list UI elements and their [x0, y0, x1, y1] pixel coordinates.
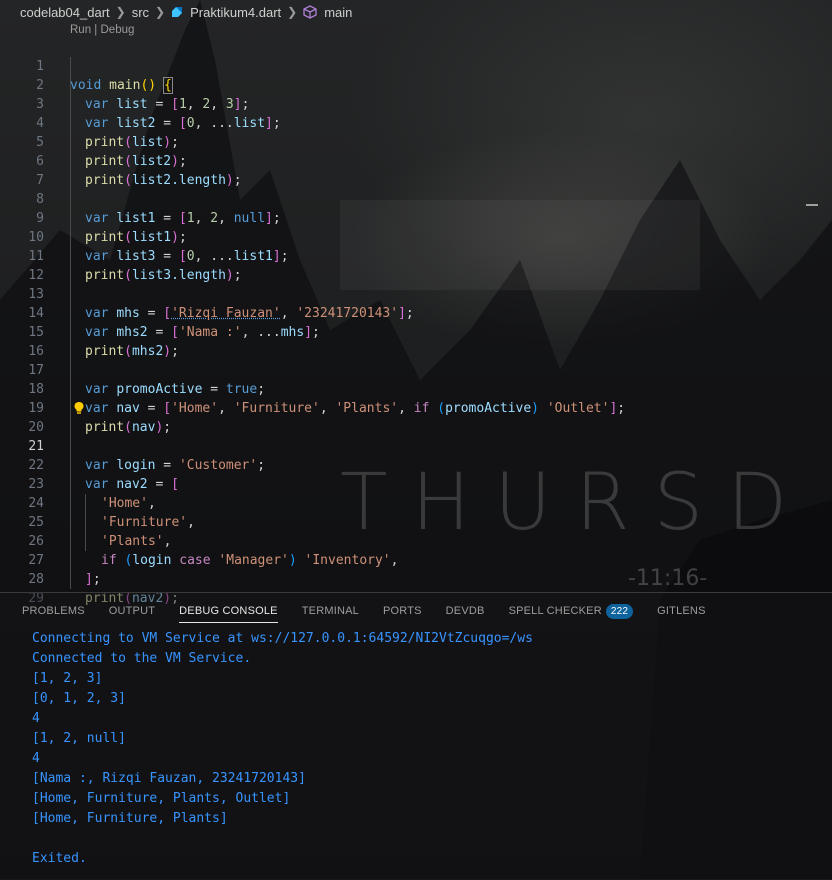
- console-line: [Nama :, Rizqi Fauzan, 23241720143]: [32, 769, 533, 789]
- code-line: 10 var list3 = [0, ...list1];: [0, 209, 832, 228]
- console-line: [0, 1, 2, 3]: [32, 689, 533, 709]
- code-line: 19 print(nav);: [0, 380, 832, 399]
- console-line: [1, 2, null]: [32, 729, 533, 749]
- console-line: [Home, Furniture, Plants, Outlet]: [32, 789, 533, 809]
- breadcrumb-file[interactable]: Praktikum4.dart: [190, 5, 281, 20]
- panel-tabs: PROBLEMS OUTPUT DEBUG CONSOLE TERMINAL P…: [0, 593, 832, 629]
- tab-ports[interactable]: PORTS: [371, 593, 434, 629]
- code-line: 9 print(list1);: [0, 190, 832, 209]
- chevron-right-icon: ❯: [287, 5, 297, 19]
- tab-terminal[interactable]: TERMINAL: [290, 593, 371, 629]
- code-line: 17 var promoActive = true;: [0, 342, 832, 361]
- tab-debug-console[interactable]: DEBUG CONSOLE: [167, 593, 290, 629]
- console-line: Connecting to VM Service at ws://127.0.0…: [32, 629, 533, 649]
- code-line: 20: [0, 399, 832, 418]
- codelens: Run | Debug: [70, 24, 134, 36]
- code-line: 4 print(list);: [0, 95, 832, 114]
- console-line: [1, 2, 3]: [32, 669, 533, 689]
- bottom-panel: PROBLEMS OUTPUT DEBUG CONSOLE TERMINAL P…: [0, 592, 832, 880]
- breadcrumb: codelab04_dart ❯ src ❯ Praktikum4.dart ❯…: [0, 0, 832, 24]
- code-line: 5 print(list2);: [0, 114, 832, 133]
- dart-file-icon: [171, 6, 183, 18]
- tab-devdb[interactable]: DEVDB: [434, 593, 497, 629]
- debug-link[interactable]: Debug: [101, 24, 135, 36]
- console-line: Exited.: [32, 849, 533, 869]
- lightbulb-icon[interactable]: [73, 401, 85, 415]
- tab-gitlens[interactable]: GITLENS: [645, 593, 717, 629]
- code-line: 7: [0, 152, 832, 171]
- tab-spell-checker[interactable]: SPELL CHECKER 222: [497, 593, 646, 629]
- code-line: 18 var nav = ['Home', 'Furniture', 'Plan…: [0, 361, 832, 380]
- method-cube-icon: [303, 5, 317, 19]
- code-line: 3 var list2 = [0, ...list];: [0, 76, 832, 95]
- code-line: 13 var mhs = ['Rizqi Fauzan', '232417201…: [0, 266, 832, 285]
- breadcrumb-project[interactable]: codelab04_dart: [20, 5, 110, 20]
- console-line: [Home, Furniture, Plants]: [32, 809, 533, 829]
- scrollbar-position-marker[interactable]: [806, 204, 818, 206]
- count-badge: 222: [606, 604, 633, 619]
- code-line: 6 print(list2.length);: [0, 133, 832, 152]
- code-line: 11 print(list3.length);: [0, 228, 832, 247]
- console-line: [32, 829, 533, 849]
- code-line: 1 void main() {: [0, 38, 832, 57]
- wallpaper-clock-text: THURSD: [340, 458, 811, 548]
- console-line: 4: [32, 709, 533, 729]
- tab-output[interactable]: OUTPUT: [97, 593, 167, 629]
- code-line: 15 print(mhs2);: [0, 304, 832, 323]
- breadcrumb-symbol[interactable]: main: [324, 5, 352, 20]
- console-line: Connected to the VM Service.: [32, 649, 533, 669]
- code-line-active: 21 var login = 'Customer';: [0, 418, 832, 437]
- chevron-right-icon: ❯: [155, 5, 165, 19]
- tab-problems[interactable]: PROBLEMS: [0, 593, 97, 629]
- code-line: 2 var list = [1, 2, 3];: [0, 57, 832, 76]
- code-line: 12: [0, 247, 832, 266]
- code-line: 16: [0, 323, 832, 342]
- console-line: 4: [32, 749, 533, 769]
- breadcrumb-folder[interactable]: src: [132, 5, 149, 20]
- chevron-right-icon: ❯: [116, 5, 126, 19]
- run-link[interactable]: Run: [70, 24, 91, 36]
- debug-console-output[interactable]: Connecting to VM Service at ws://127.0.0…: [32, 629, 533, 869]
- code-line: 14 var mhs2 = ['Nama :', ...mhs];: [0, 285, 832, 304]
- code-line: 8 var list1 = [1, 2, null];: [0, 171, 832, 190]
- wallpaper-clock-time: -11:16-: [628, 566, 707, 591]
- code-line: 22 var nav2 = [: [0, 437, 832, 456]
